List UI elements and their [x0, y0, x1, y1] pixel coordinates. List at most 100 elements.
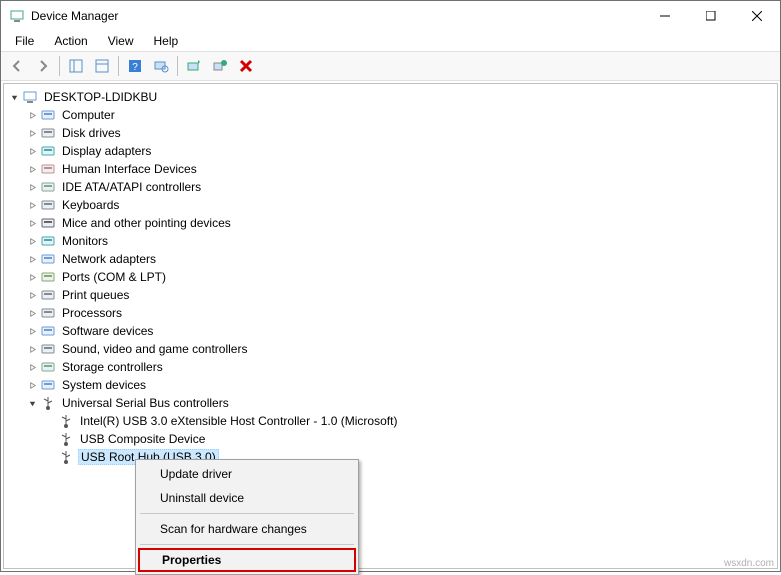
- category-label: Print queues: [60, 288, 131, 302]
- expand-icon[interactable]: [24, 291, 40, 300]
- menu-view[interactable]: View: [100, 32, 142, 50]
- tree-category-usb[interactable]: Universal Serial Bus controllers: [6, 394, 775, 412]
- close-button[interactable]: [734, 1, 780, 31]
- category-label: System devices: [60, 378, 148, 392]
- tree-category[interactable]: Monitors: [6, 232, 775, 250]
- collapse-icon[interactable]: [24, 399, 40, 408]
- help-button[interactable]: ?: [123, 54, 147, 78]
- cm-uninstall-device[interactable]: Uninstall device: [138, 486, 356, 510]
- uninstall-button[interactable]: [208, 54, 232, 78]
- toolbar-separator: [118, 56, 119, 76]
- app-icon: [9, 8, 25, 24]
- expand-icon[interactable]: [24, 129, 40, 138]
- tree-device[interactable]: USB Composite Device: [6, 430, 775, 448]
- expand-icon[interactable]: [24, 345, 40, 354]
- tree-category[interactable]: Network adapters: [6, 250, 775, 268]
- tree-category[interactable]: Ports (COM & LPT): [6, 268, 775, 286]
- keyboard-icon: [40, 197, 56, 213]
- category-label: Universal Serial Bus controllers: [60, 396, 231, 410]
- expand-icon[interactable]: [24, 201, 40, 210]
- scan-hardware-button[interactable]: [149, 54, 173, 78]
- mouse-icon: [40, 215, 56, 231]
- computer-icon: [22, 89, 38, 105]
- update-driver-button[interactable]: [182, 54, 206, 78]
- expand-icon[interactable]: [24, 363, 40, 372]
- expand-icon[interactable]: [24, 219, 40, 228]
- menu-separator: [140, 544, 354, 545]
- watermark: wsxdn.com: [724, 558, 774, 569]
- software-icon: [40, 323, 56, 339]
- category-label: Keyboards: [60, 198, 121, 212]
- hid-icon: [40, 161, 56, 177]
- tree-category[interactable]: Storage controllers: [6, 358, 775, 376]
- device-tree[interactable]: DESKTOP-LDIDKBU Computer Disk drives Displ…: [3, 83, 778, 569]
- context-menu: Update driver Uninstall device Scan for …: [135, 459, 359, 575]
- expand-icon[interactable]: [24, 327, 40, 336]
- tree-category[interactable]: Disk drives: [6, 124, 775, 142]
- disk-icon: [40, 125, 56, 141]
- tree-category[interactable]: Human Interface Devices: [6, 160, 775, 178]
- delete-button[interactable]: [234, 54, 258, 78]
- root-label: DESKTOP-LDIDKBU: [42, 90, 159, 104]
- tree-category[interactable]: Keyboards: [6, 196, 775, 214]
- category-label: Mice and other pointing devices: [60, 216, 233, 230]
- tree-category[interactable]: IDE ATA/ATAPI controllers: [6, 178, 775, 196]
- show-hide-tree-button[interactable]: [64, 54, 88, 78]
- category-label: Storage controllers: [60, 360, 165, 374]
- expand-icon[interactable]: [24, 309, 40, 318]
- menu-file[interactable]: File: [7, 32, 42, 50]
- tree-category[interactable]: Processors: [6, 304, 775, 322]
- expand-icon[interactable]: [24, 111, 40, 120]
- display-icon: [40, 143, 56, 159]
- category-label: Computer: [60, 108, 117, 122]
- expand-icon[interactable]: [24, 273, 40, 282]
- category-label: Sound, video and game controllers: [60, 342, 249, 356]
- menu-help[interactable]: Help: [146, 32, 187, 50]
- tree-category[interactable]: Computer: [6, 106, 775, 124]
- forward-button[interactable]: [31, 54, 55, 78]
- window-controls: [642, 1, 780, 31]
- toolbar-separator: [59, 56, 60, 76]
- expand-icon[interactable]: [24, 183, 40, 192]
- back-button[interactable]: [5, 54, 29, 78]
- expand-icon[interactable]: [24, 237, 40, 246]
- toolbar-separator: [177, 56, 178, 76]
- collapse-icon[interactable]: [6, 93, 22, 102]
- tree-category[interactable]: Print queues: [6, 286, 775, 304]
- printer-icon: [40, 287, 56, 303]
- tree-category[interactable]: Sound, video and game controllers: [6, 340, 775, 358]
- usb-icon: [58, 431, 74, 447]
- menubar: File Action View Help: [1, 31, 780, 51]
- category-label: Disk drives: [60, 126, 123, 140]
- ports-icon: [40, 269, 56, 285]
- tree-category[interactable]: System devices: [6, 376, 775, 394]
- menu-action[interactable]: Action: [46, 32, 95, 50]
- monitor-icon: [40, 233, 56, 249]
- device-label: USB Composite Device: [78, 432, 207, 446]
- tree-category[interactable]: Software devices: [6, 322, 775, 340]
- minimize-button[interactable]: [642, 1, 688, 31]
- toolbar: ?: [1, 51, 780, 81]
- computer-icon: [40, 107, 56, 123]
- category-label: Ports (COM & LPT): [60, 270, 168, 284]
- expand-icon[interactable]: [24, 255, 40, 264]
- sound-icon: [40, 341, 56, 357]
- category-label: Processors: [60, 306, 124, 320]
- usb-icon: [58, 449, 74, 465]
- expand-icon[interactable]: [24, 381, 40, 390]
- device-manager-window: Device Manager File Action View Help ? D…: [0, 0, 781, 572]
- expand-icon[interactable]: [24, 165, 40, 174]
- cm-properties[interactable]: Properties: [138, 548, 356, 572]
- tree-root[interactable]: DESKTOP-LDIDKBU: [6, 88, 775, 106]
- expand-icon[interactable]: [24, 147, 40, 156]
- cm-update-driver[interactable]: Update driver: [138, 462, 356, 486]
- window-title: Device Manager: [31, 9, 642, 23]
- tree-device-selected[interactable]: USB Root Hub (USB 3.0): [6, 448, 775, 466]
- maximize-button[interactable]: [688, 1, 734, 31]
- cpu-icon: [40, 305, 56, 321]
- tree-category[interactable]: Mice and other pointing devices: [6, 214, 775, 232]
- tree-device[interactable]: Intel(R) USB 3.0 eXtensible Host Control…: [6, 412, 775, 430]
- properties-button[interactable]: [90, 54, 114, 78]
- cm-scan-hardware[interactable]: Scan for hardware changes: [138, 517, 356, 541]
- tree-category[interactable]: Display adapters: [6, 142, 775, 160]
